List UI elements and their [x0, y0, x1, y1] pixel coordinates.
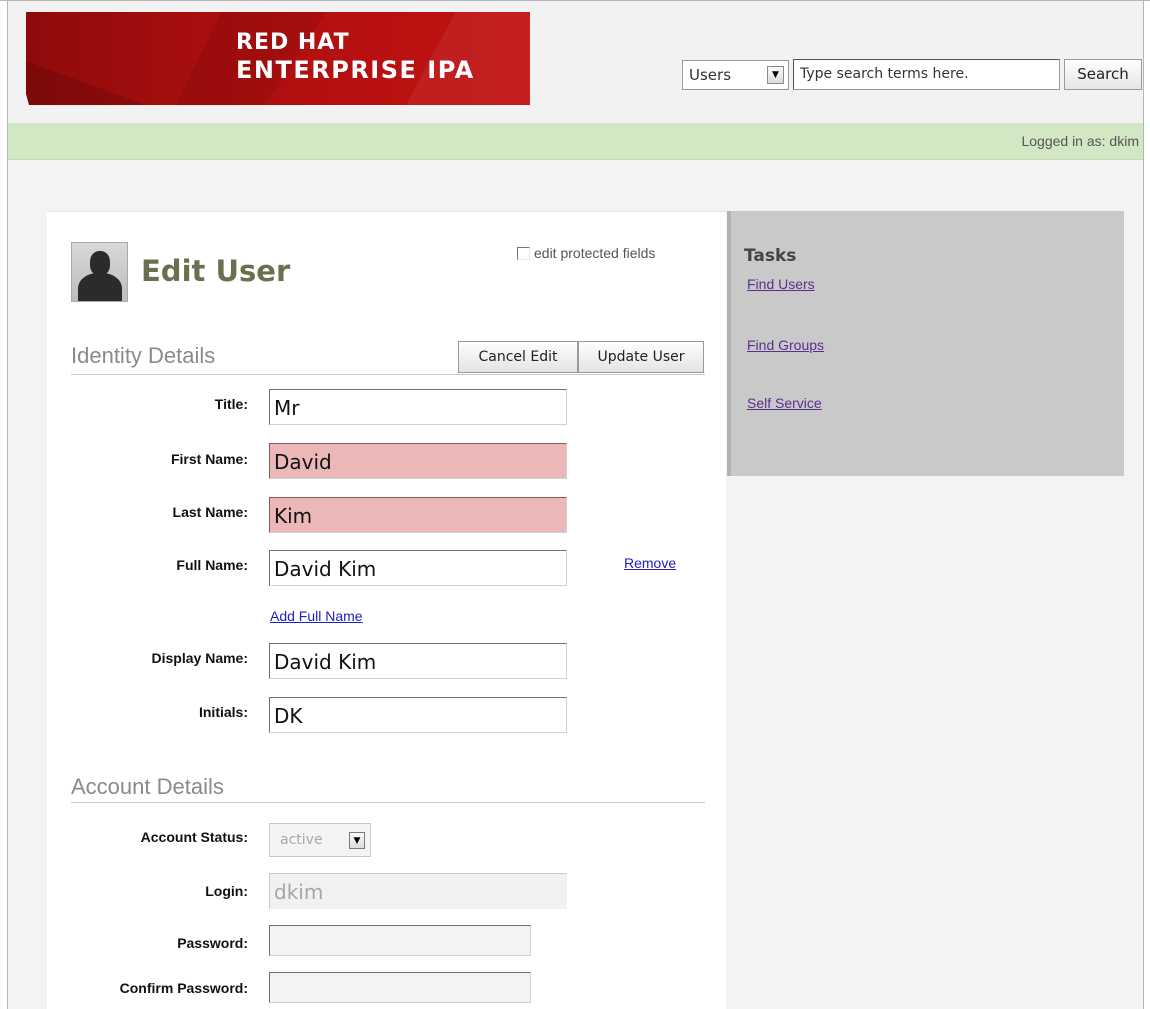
section-account-title: Account Details	[71, 774, 224, 799]
cancel-edit-button[interactable]: Cancel Edit	[458, 341, 578, 373]
logo-text-line2: ENTERPRISE IPA	[236, 56, 475, 84]
search-input[interactable]: Type search terms here.	[793, 59, 1060, 90]
account-status-label: Account Status:	[140, 829, 248, 845]
section-identity-title: Identity Details	[71, 343, 216, 368]
update-user-button[interactable]: Update User	[578, 341, 704, 373]
display-name-label: Display Name:	[151, 650, 248, 666]
account-status-select[interactable]: active ▼	[269, 823, 371, 857]
last-name-field[interactable]: Kim	[269, 497, 567, 533]
edit-protected-toggle[interactable]: edit protected fields	[517, 245, 655, 261]
logged-in-text: Logged in as: dkim	[1021, 133, 1139, 149]
tasks-title: Tasks	[744, 246, 797, 266]
edit-protected-label: edit protected fields	[534, 245, 656, 261]
first-name-field[interactable]: David	[269, 443, 567, 479]
user-status-bar: Logged in as: dkim	[8, 123, 1143, 160]
window-right-edge	[1143, 0, 1144, 1009]
banner-decoration	[26, 61, 146, 105]
display-name-field[interactable]: David Kim	[269, 643, 567, 679]
title-label: Title:	[214, 396, 248, 412]
add-full-name-link[interactable]: Add Full Name	[270, 608, 363, 624]
redhat-banner-logo[interactable]: RED HAT ENTERPRISE IPA	[26, 12, 530, 105]
dropdown-arrow-icon[interactable]: ▼	[767, 66, 784, 84]
password-field[interactable]	[269, 925, 531, 956]
search-scope-select[interactable]: Users ▼	[682, 60, 789, 90]
task-find-users-link[interactable]: Find Users	[747, 276, 815, 292]
first-name-label: First Name:	[170, 451, 248, 467]
confirm-password-field[interactable]	[269, 972, 531, 1003]
title-field[interactable]: Mr	[269, 389, 567, 425]
password-label: Password:	[177, 935, 248, 951]
task-find-groups-link[interactable]: Find Groups	[747, 337, 824, 353]
avatar-body	[78, 273, 122, 301]
search-scope-value: Users	[689, 66, 732, 84]
confirm-password-label: Confirm Password:	[119, 980, 248, 996]
initials-label: Initials:	[198, 704, 248, 720]
full-name-field[interactable]: David Kim	[269, 550, 567, 586]
page-title: Edit User	[141, 254, 291, 288]
avatar-head	[90, 251, 110, 275]
user-avatar-icon	[71, 242, 128, 302]
login-field: dkim	[269, 873, 567, 909]
full-name-label: Full Name:	[176, 557, 248, 573]
remove-full-name-link[interactable]: Remove	[624, 555, 676, 571]
logo-text-line1: RED HAT	[236, 30, 350, 55]
edit-protected-checkbox[interactable]	[517, 247, 530, 260]
login-label: Login:	[205, 883, 248, 899]
search-button[interactable]: Search	[1064, 59, 1142, 90]
last-name-label: Last Name:	[172, 504, 248, 520]
dropdown-arrow-icon[interactable]: ▼	[349, 832, 365, 849]
task-self-service-link[interactable]: Self Service	[747, 395, 822, 411]
account-status-value: active	[280, 832, 323, 848]
section-account-details: Account Details	[71, 774, 705, 803]
initials-field[interactable]: DK	[269, 697, 567, 733]
